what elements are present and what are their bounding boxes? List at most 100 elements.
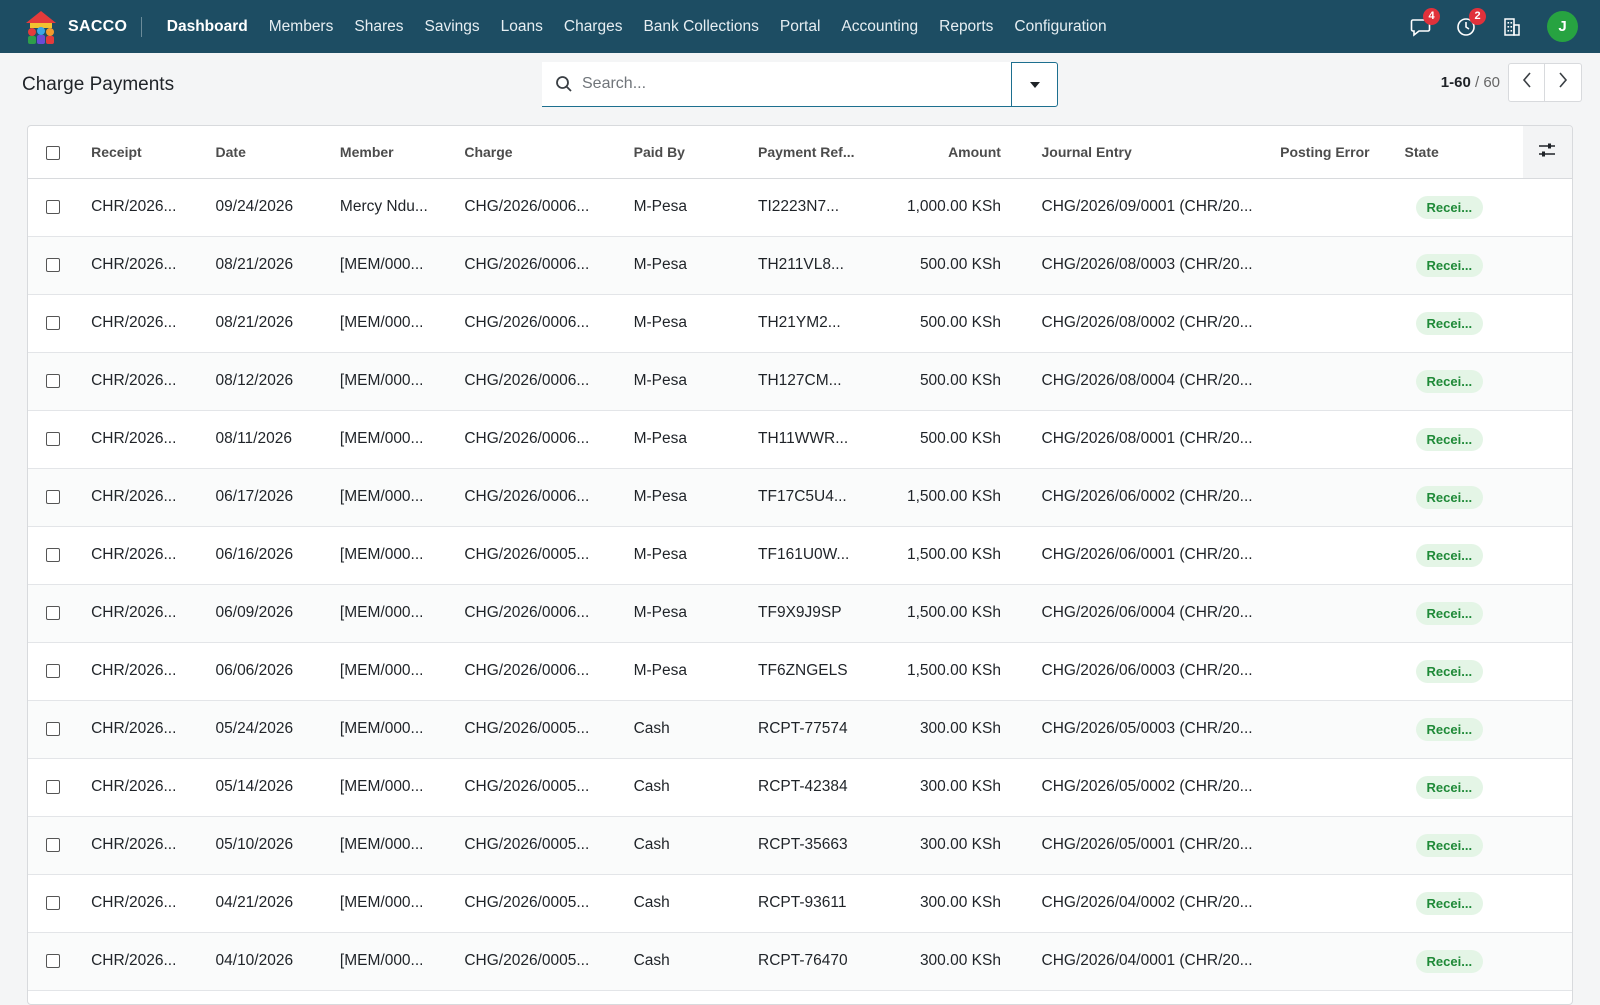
cell-charge: CHG/2026/0005... [458, 932, 628, 991]
cell-charge: CHG/2026/0005... [458, 816, 628, 875]
table-row[interactable]: CHR/2026... 05/14/2026 [MEM/000... CHG/2026… [28, 758, 1572, 817]
row-checkbox[interactable] [46, 605, 60, 620]
cell-spacer [1006, 584, 1036, 643]
cell-charge: CHG/2026/0005... [458, 758, 628, 817]
row-checkbox[interactable] [46, 837, 60, 852]
app-brand[interactable]: SACCO [68, 18, 127, 36]
menu-item-members[interactable]: Members [258, 18, 344, 36]
cell-member: [MEM/000... [333, 584, 459, 643]
cell-journal-entry: CHG/2026/08/0003 (CHR/20... [1035, 236, 1275, 295]
column-header-state[interactable]: State [1398, 126, 1523, 179]
cell-journal-entry: CHG/2026/06/0002 (CHR/20... [1035, 468, 1275, 527]
cell-amount: 500.00 KSh [876, 410, 1007, 469]
row-checkbox[interactable] [46, 779, 60, 794]
table-row[interactable]: CHR/2026... 09/24/2026 Mercy Ndu... CHG/202… [28, 178, 1572, 237]
row-checkbox[interactable] [46, 547, 60, 562]
row-checkbox[interactable] [46, 257, 60, 272]
sacco-logo-icon[interactable] [24, 9, 58, 45]
cell-date: 04/21/2026 [209, 874, 334, 933]
table-row[interactable]: CHR/2026... 06/09/2026 [MEM/000... CHG/2026… [28, 584, 1572, 643]
row-checkbox[interactable] [46, 953, 60, 968]
menu-item-portal[interactable]: Portal [769, 18, 831, 36]
cell-receipt: CHR/2026... [85, 700, 210, 759]
table-row[interactable]: CHR/2026... 04/21/2026 [MEM/000... CHG/2026… [28, 874, 1572, 933]
main-menu: Dashboard Members Shares Savings Loans C… [156, 18, 1117, 36]
pager-value[interactable]: 1-60 [1441, 74, 1471, 91]
cell-spacer [1006, 236, 1036, 295]
cell-posting-error [1274, 352, 1399, 411]
cell-amount: 500.00 KSh [876, 236, 1007, 295]
sliders-icon[interactable] [1538, 142, 1556, 158]
menu-item-dashboard[interactable]: Dashboard [156, 18, 258, 36]
row-checkbox[interactable] [46, 663, 60, 678]
avatar[interactable]: J [1547, 11, 1578, 42]
table-row[interactable]: CHR/2026... 08/21/2026 [MEM/000... CHG/2026… [28, 294, 1572, 353]
row-checkbox[interactable] [46, 199, 60, 214]
column-header-paid-by[interactable]: Paid By [627, 126, 753, 179]
menu-item-charges[interactable]: Charges [553, 18, 633, 36]
menu-item-shares[interactable]: Shares [344, 18, 414, 36]
table-row[interactable]: CHR/2026... 04/10/2026 [MEM/000... CHG/2026… [28, 932, 1572, 991]
row-select-cell [28, 236, 86, 295]
table-row[interactable]: CHR/2026... 05/10/2026 [MEM/000... CHG/2026… [28, 816, 1572, 875]
status-badge: Recei... [1415, 601, 1484, 625]
cell-date: 08/21/2026 [209, 294, 334, 353]
pager-counter: 1-60 / 60 [1441, 74, 1500, 91]
cell-amount: 300.00 KSh [876, 758, 1007, 817]
pager-next-button[interactable] [1545, 63, 1582, 102]
status-badge: Recei... [1415, 949, 1484, 973]
cell-date: 06/16/2026 [209, 526, 334, 585]
row-select-cell [28, 410, 86, 469]
table-row[interactable]: CHR/2026... 08/21/2026 [MEM/000... CHG/2026… [28, 236, 1572, 295]
cell-state: Recei... [1398, 700, 1523, 759]
search-input[interactable] [578, 75, 1011, 93]
column-header-receipt[interactable]: Receipt [85, 126, 210, 179]
cell-receipt: CHR/2026... [85, 178, 210, 237]
row-checkbox[interactable] [46, 373, 60, 388]
menu-item-accounting[interactable]: Accounting [831, 18, 929, 36]
table-row[interactable]: CHR/2026... 06/17/2026 [MEM/000... CHG/2026… [28, 468, 1572, 527]
cell-receipt: CHR/2026... [85, 584, 210, 643]
menu-item-bank-collections[interactable]: Bank Collections [633, 18, 769, 36]
column-header-charge[interactable]: Charge [458, 126, 628, 179]
table-row[interactable]: CHR/2026... 06/06/2026 [MEM/000... CHG/2026… [28, 642, 1572, 701]
table-row[interactable]: CHR/2026... 08/12/2026 [MEM/000... CHG/2026… [28, 352, 1572, 411]
menu-item-configuration[interactable]: Configuration [1004, 18, 1117, 36]
cell-date: 08/11/2026 [209, 410, 334, 469]
clock-icon[interactable]: 2 [1455, 7, 1486, 38]
table-row[interactable]: CHR/2026... 08/11/2026 [MEM/000... CHG/2026… [28, 410, 1572, 469]
cell-spacer [1006, 700, 1036, 759]
building-icon[interactable] [1501, 16, 1523, 38]
menu-item-reports[interactable]: Reports [929, 18, 1004, 36]
cell-member: [MEM/000... [333, 526, 459, 585]
row-checkbox[interactable] [46, 721, 60, 736]
row-checkbox[interactable] [46, 315, 60, 330]
cell-spacer [1006, 642, 1036, 701]
status-badge: Recei... [1415, 195, 1484, 219]
table-row[interactable]: CHR/2026... 06/16/2026 [MEM/000... CHG/2026… [28, 526, 1572, 585]
pager-previous-button[interactable] [1508, 63, 1545, 102]
column-header-amount[interactable]: Amount [876, 126, 1007, 179]
menu-item-loans[interactable]: Loans [490, 18, 553, 36]
column-header-posting-error[interactable]: Posting Error [1274, 126, 1399, 179]
cell-spacer [1006, 932, 1036, 991]
table-row[interactable]: CHR/2026... 05/24/2026 [MEM/000... CHG/2026… [28, 700, 1572, 759]
row-checkbox[interactable] [46, 489, 60, 504]
column-header-journal-entry[interactable]: Journal Entry [1035, 126, 1275, 179]
cell-state: Recei... [1398, 932, 1523, 991]
search-options-toggle[interactable] [1011, 62, 1058, 107]
column-header-payment-ref[interactable]: Payment Ref... [752, 126, 877, 179]
cell-payment-ref: RCPT-93611 [752, 874, 877, 933]
cell-paid-by: Cash [627, 816, 753, 875]
chat-bubble-icon[interactable]: 4 [1409, 7, 1440, 38]
select-all-checkbox[interactable] [46, 145, 60, 160]
row-checkbox[interactable] [46, 895, 60, 910]
row-checkbox[interactable] [46, 431, 60, 446]
column-header-date[interactable]: Date [209, 126, 334, 179]
menu-item-savings[interactable]: Savings [414, 18, 490, 36]
cell-options-spacer [1522, 758, 1572, 817]
cell-posting-error [1274, 932, 1399, 991]
cell-payment-ref: RCPT-76470 [752, 932, 877, 991]
column-header-member[interactable]: Member [333, 126, 459, 179]
cell-amount: 1,500.00 KSh [876, 642, 1007, 701]
